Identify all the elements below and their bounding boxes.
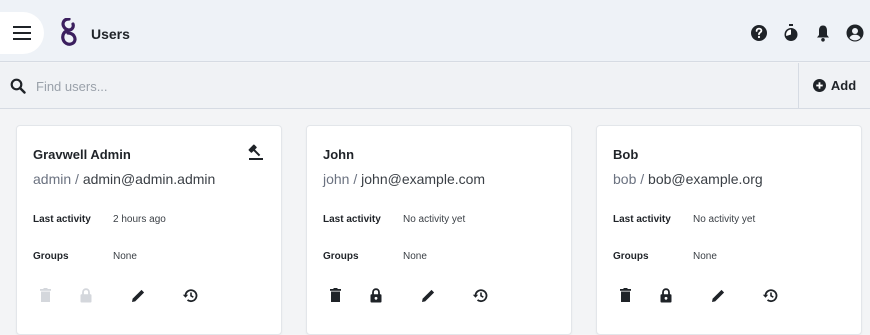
history-button[interactable] <box>182 286 198 304</box>
user-identity: bob / bob@example.org <box>613 171 763 187</box>
trash-icon <box>329 288 341 302</box>
edit-button[interactable] <box>420 286 436 304</box>
history-icon <box>182 288 198 302</box>
user-card[interactable]: Gravwell Admin admin / admin@admin.admin… <box>16 125 282 335</box>
lock-icon <box>370 287 382 302</box>
search-bar: Add <box>0 63 870 109</box>
last-activity-value: No activity yet <box>403 214 466 225</box>
lock-icon <box>80 287 92 302</box>
username: bob <box>613 171 637 187</box>
card-actions <box>323 286 488 304</box>
delete-button[interactable] <box>617 286 633 304</box>
top-bar: Users <box>0 0 870 62</box>
username: admin <box>33 171 72 187</box>
last-activity-value: 2 hours ago <box>113 214 166 225</box>
bell-icon <box>817 25 829 42</box>
timer-button[interactable] <box>776 22 806 44</box>
trash-icon <box>619 288 631 302</box>
separator: / <box>636 171 649 187</box>
history-button[interactable] <box>762 286 778 304</box>
user-identity: admin / admin@admin.admin <box>33 171 215 187</box>
hamburger-icon <box>13 26 31 40</box>
user-identity: john / john@example.com <box>323 171 485 187</box>
groups-value: None <box>693 251 717 262</box>
plus-circle-icon <box>812 79 826 92</box>
user-email: bob@example.org <box>648 171 763 187</box>
user-name: John <box>323 147 355 162</box>
account-icon <box>846 24 864 42</box>
last-activity-label: Last activity <box>33 214 91 225</box>
groups-value: None <box>113 251 137 262</box>
search-icon <box>10 78 26 94</box>
lock-icon <box>660 287 672 302</box>
add-button-label: Add <box>830 78 857 93</box>
history-button[interactable] <box>472 286 488 304</box>
user-name: Bob <box>613 147 639 162</box>
gavel-icon <box>248 144 263 160</box>
user-card[interactable]: Bob bob / bob@example.org Last activity … <box>596 125 862 335</box>
account-button[interactable] <box>840 22 870 44</box>
trash-icon <box>39 288 51 302</box>
user-name: Gravwell Admin <box>33 147 131 162</box>
header-actions <box>742 22 870 44</box>
edit-button[interactable] <box>130 286 146 304</box>
menu-button[interactable] <box>0 12 44 54</box>
gravwell-logo[interactable] <box>60 18 78 46</box>
edit-button[interactable] <box>710 286 726 304</box>
last-activity-value: No activity yet <box>693 214 756 225</box>
help-button[interactable] <box>744 22 774 44</box>
last-activity-label: Last activity <box>613 214 671 225</box>
groups-label: Groups <box>33 251 69 262</box>
timer-icon <box>784 24 798 41</box>
user-email: admin@admin.admin <box>82 171 216 187</box>
page-title: Users <box>91 26 130 42</box>
pencil-icon <box>421 289 434 302</box>
separator: / <box>349 171 362 187</box>
history-icon <box>762 288 778 302</box>
card-actions <box>613 286 778 304</box>
groups-value: None <box>403 251 427 262</box>
card-actions <box>33 286 198 304</box>
user-email: john@example.com <box>361 171 486 187</box>
search-input[interactable] <box>36 74 776 98</box>
groups-label: Groups <box>323 251 359 262</box>
last-activity-label: Last activity <box>323 214 381 225</box>
delete-button[interactable] <box>37 286 53 304</box>
delete-button[interactable] <box>327 286 343 304</box>
user-card[interactable]: John john / john@example.com Last activi… <box>306 125 572 335</box>
lock-button[interactable] <box>368 286 384 304</box>
notifications-button[interactable] <box>808 22 838 44</box>
lock-button[interactable] <box>78 286 94 304</box>
add-user-button[interactable]: Add <box>798 63 870 108</box>
username: john <box>323 171 350 187</box>
lock-button[interactable] <box>658 286 674 304</box>
separator: / <box>71 171 83 187</box>
groups-label: Groups <box>613 251 649 262</box>
pencil-icon <box>131 289 144 302</box>
history-icon <box>472 288 488 302</box>
pencil-icon <box>711 289 724 302</box>
help-icon <box>751 25 767 41</box>
